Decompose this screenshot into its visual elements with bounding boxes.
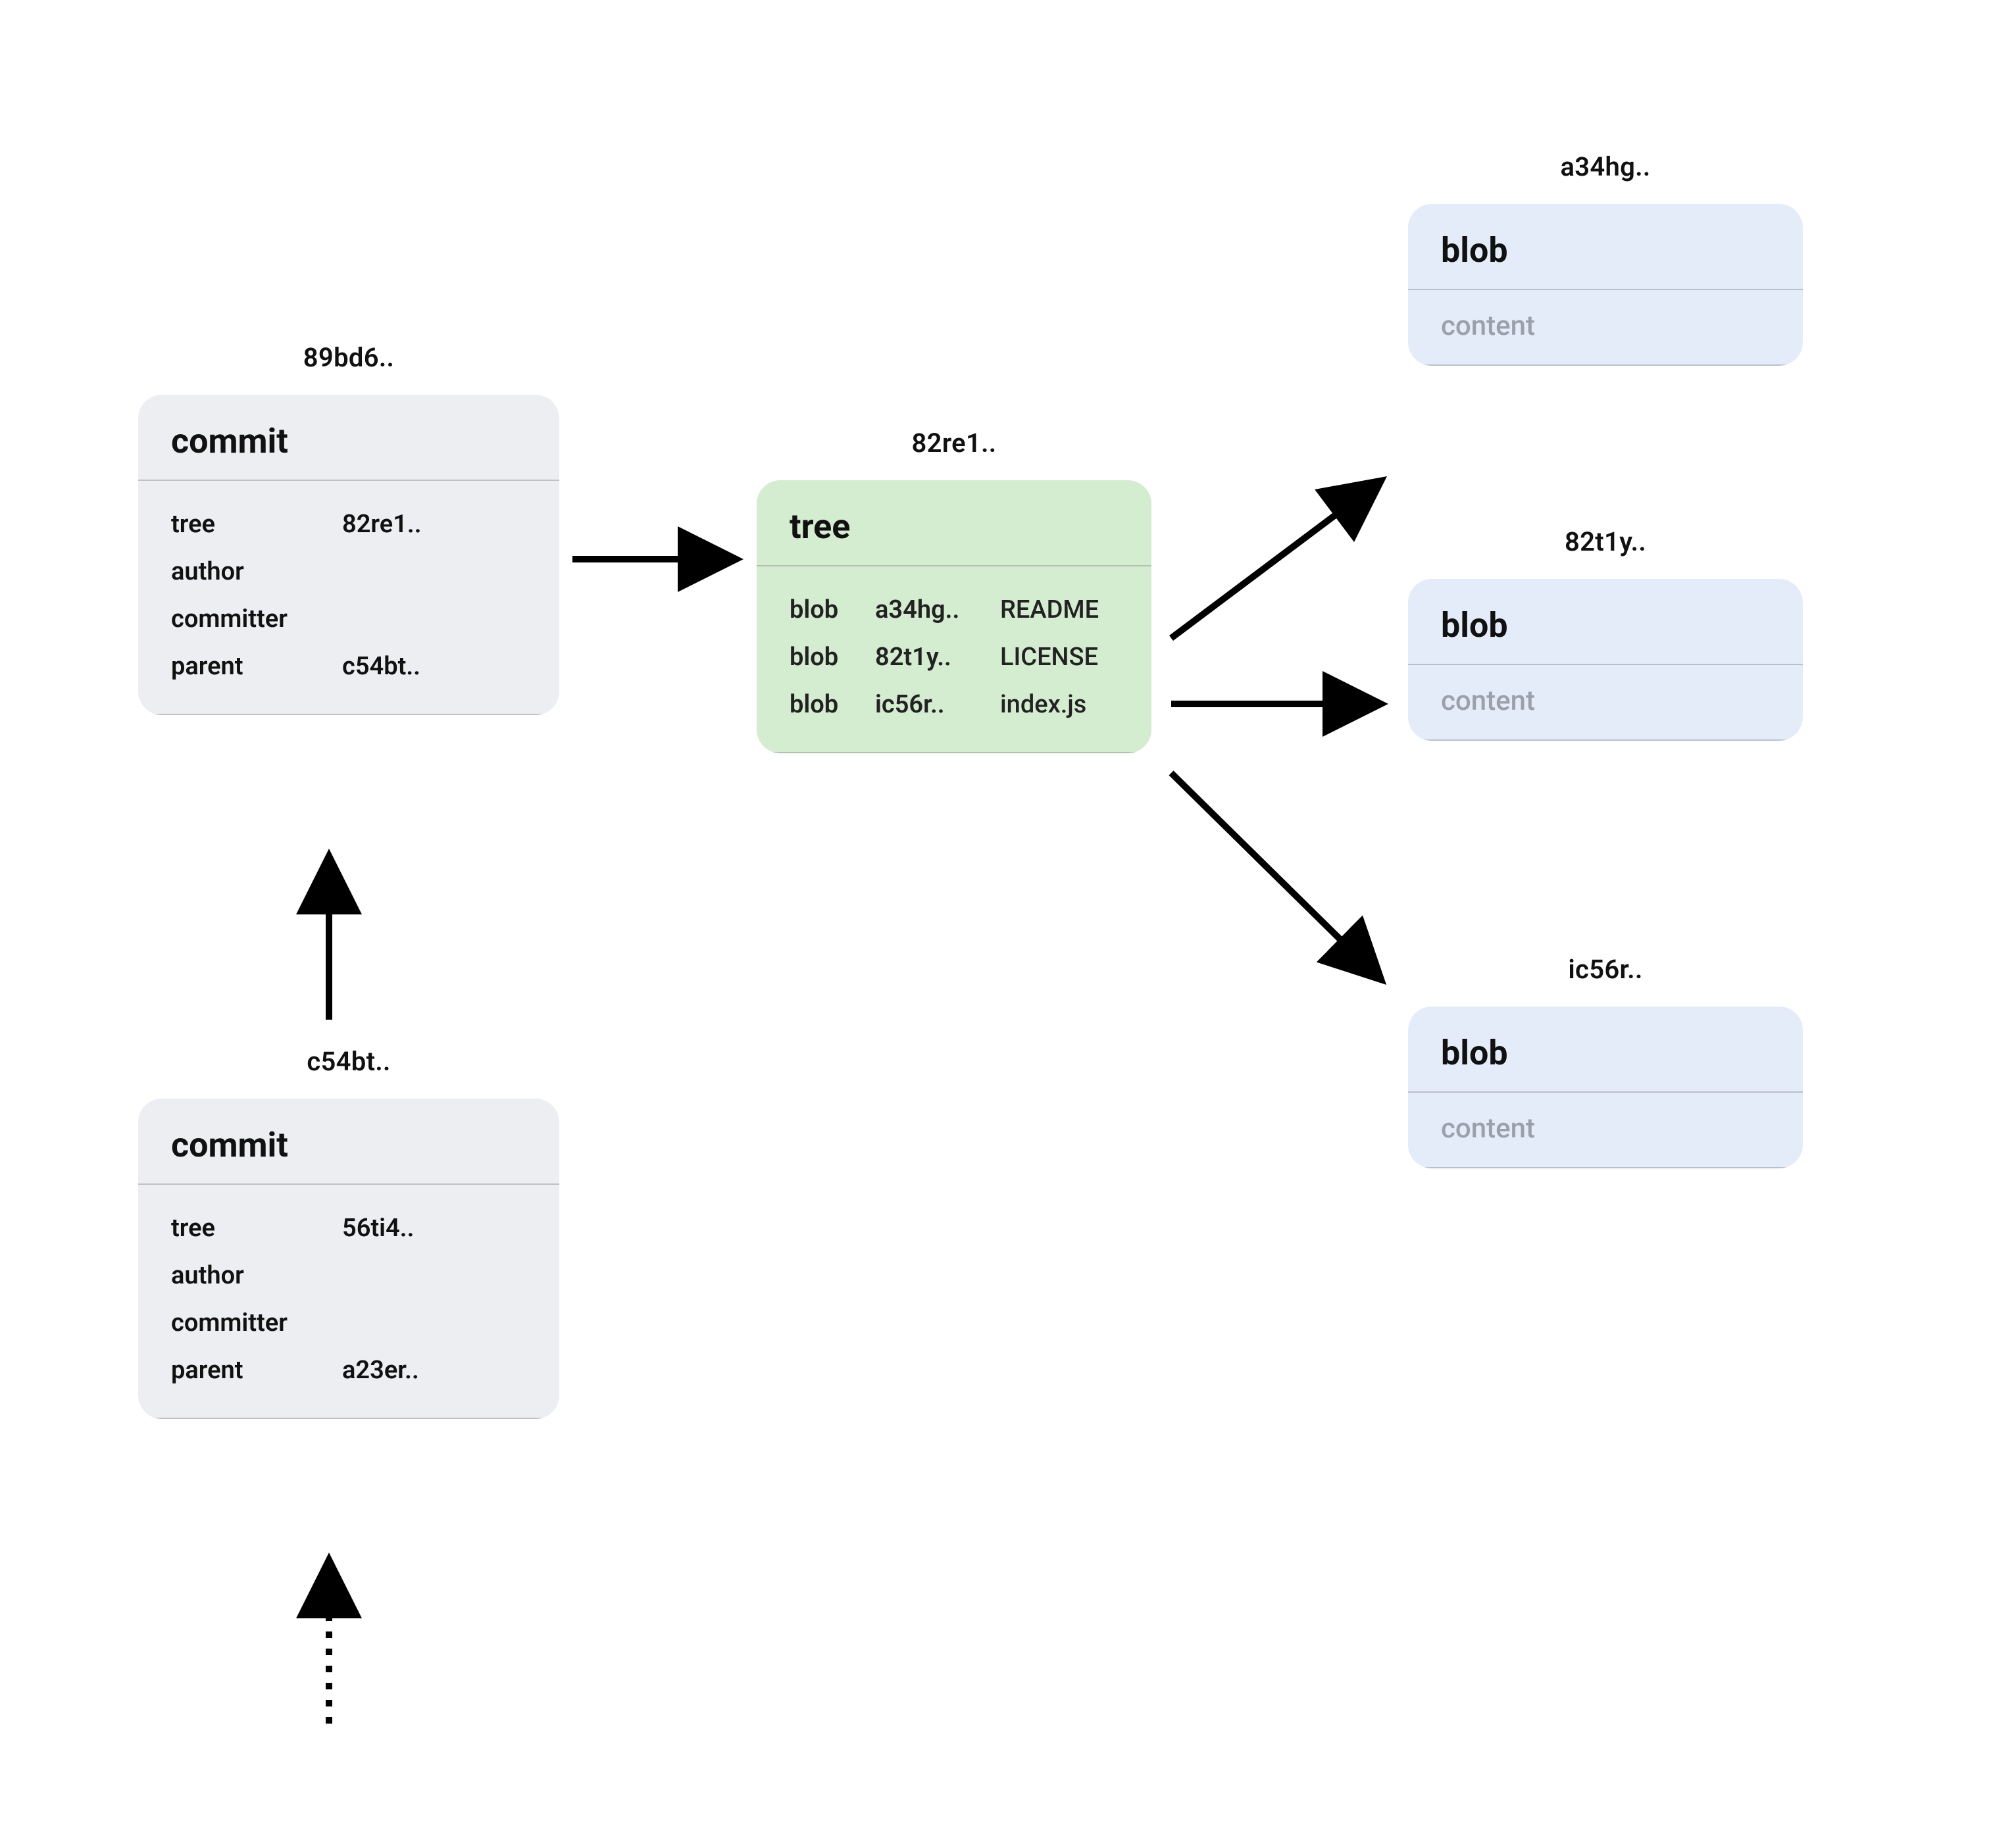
commit-row: parent c54bt.. bbox=[171, 643, 526, 690]
commit-row: committer bbox=[171, 1299, 526, 1347]
blob-b-box: blob content bbox=[1408, 579, 1803, 741]
commit-bottom-title: commit bbox=[138, 1099, 559, 1183]
row-key: tree bbox=[171, 510, 303, 539]
tree-row-type: blob bbox=[790, 690, 875, 719]
commit-row: author bbox=[171, 1252, 526, 1299]
row-key: tree bbox=[171, 1214, 303, 1243]
tree-row-hash: a34hg.. bbox=[875, 595, 1000, 624]
row-key: committer bbox=[171, 1308, 303, 1337]
tree-row-type: blob bbox=[790, 643, 875, 672]
tree-row-hash: 82t1y.. bbox=[875, 643, 1000, 672]
row-val: a23er.. bbox=[342, 1356, 419, 1385]
tree-row-name: LICENSE bbox=[1000, 643, 1098, 672]
blob-a-body: content bbox=[1408, 289, 1803, 366]
commit-row: tree 82re1.. bbox=[171, 501, 526, 548]
blob-c-body: content bbox=[1408, 1091, 1803, 1168]
tree-row-hash: ic56r.. bbox=[875, 690, 1000, 719]
tree-title: tree bbox=[757, 480, 1151, 565]
commit-top-box: commit tree 82re1.. author committer par… bbox=[138, 395, 559, 715]
commit-top-title: commit bbox=[138, 395, 559, 480]
row-val: 82re1.. bbox=[342, 510, 422, 539]
row-key: parent bbox=[171, 652, 303, 681]
blob-b-title: blob bbox=[1408, 579, 1803, 664]
row-key: author bbox=[171, 1261, 303, 1290]
commit-bottom-hash-label: c54bt.. bbox=[138, 1046, 559, 1077]
commit-row: committer bbox=[171, 595, 526, 643]
commit-row: author bbox=[171, 548, 526, 595]
tree-row: blob a34hg.. README bbox=[790, 586, 1119, 634]
commit-row: tree 56ti4.. bbox=[171, 1205, 526, 1252]
row-key: author bbox=[171, 557, 303, 586]
commit-bottom-body: tree 56ti4.. author committer parent a23… bbox=[138, 1183, 559, 1419]
row-val: c54bt.. bbox=[342, 652, 420, 681]
blob-c-hash-label: ic56r.. bbox=[1408, 954, 1803, 985]
blob-a-hash-label: a34hg.. bbox=[1408, 151, 1803, 182]
tree-body: blob a34hg.. README blob 82t1y.. LICENSE… bbox=[757, 565, 1151, 753]
tree-row-name: README bbox=[1000, 595, 1099, 624]
blob-c-title: blob bbox=[1408, 1007, 1803, 1091]
commit-bottom-box: commit tree 56ti4.. author committer par… bbox=[138, 1099, 559, 1419]
blob-b-body: content bbox=[1408, 664, 1803, 741]
blob-b-hash-label: 82t1y.. bbox=[1408, 526, 1803, 557]
blob-a-content: content bbox=[1441, 310, 1770, 342]
commit-top-body: tree 82re1.. author committer parent c54… bbox=[138, 480, 559, 715]
commit-row: parent a23er.. bbox=[171, 1347, 526, 1394]
blob-a-title: blob bbox=[1408, 204, 1803, 289]
row-val: 56ti4.. bbox=[342, 1214, 414, 1243]
blob-c-content: content bbox=[1441, 1112, 1770, 1145]
commit-top-hash-label: 89bd6.. bbox=[138, 342, 559, 373]
arrow-tree-to-blob-c bbox=[1171, 773, 1382, 980]
row-key: committer bbox=[171, 605, 303, 634]
row-key: parent bbox=[171, 1356, 303, 1385]
tree-row-type: blob bbox=[790, 595, 875, 624]
tree-box: tree blob a34hg.. README blob 82t1y.. LI… bbox=[757, 480, 1151, 753]
tree-hash-label: 82re1.. bbox=[757, 428, 1151, 459]
blob-b-content: content bbox=[1441, 685, 1770, 717]
tree-row: blob 82t1y.. LICENSE bbox=[790, 634, 1119, 681]
arrow-tree-to-blob-a bbox=[1171, 480, 1382, 638]
tree-row-name: index.js bbox=[1000, 690, 1086, 719]
blob-c-box: blob content bbox=[1408, 1007, 1803, 1168]
tree-row: blob ic56r.. index.js bbox=[790, 681, 1119, 728]
blob-a-box: blob content bbox=[1408, 204, 1803, 366]
